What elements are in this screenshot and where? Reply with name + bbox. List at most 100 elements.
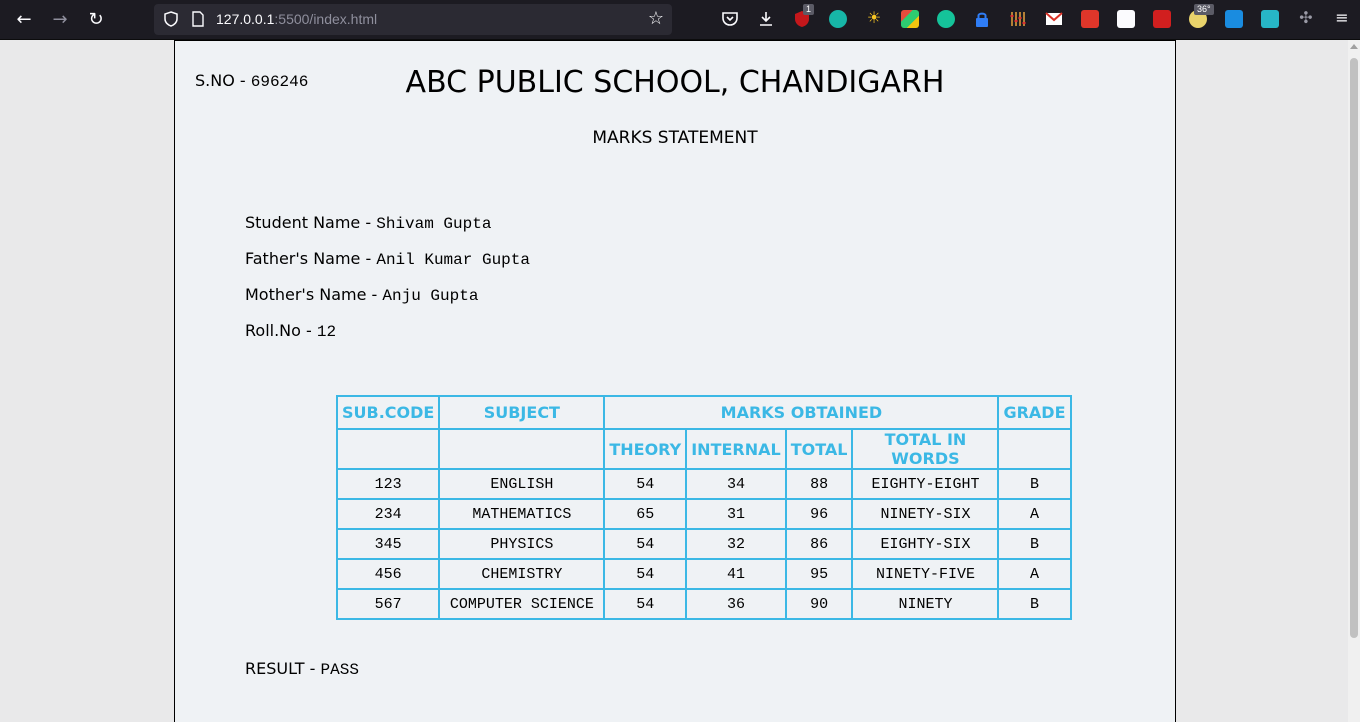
mother-name-value: Anju Gupta	[382, 287, 479, 305]
menu-hamburger-icon[interactable]: ≡	[1332, 8, 1352, 27]
cell-sub-code: 234	[335, 498, 441, 530]
scrollbar-thumb[interactable]	[1350, 58, 1358, 638]
cell-total-words: EIGHTY-EIGHT	[851, 468, 1000, 500]
subheader-empty-subject	[438, 428, 606, 470]
pen-tool-icon[interactable]	[1153, 10, 1171, 28]
cell-subject: COMPUTER SCIENCE	[438, 588, 606, 620]
forward-arrow-icon[interactable]: →	[48, 8, 72, 32]
cell-total: 96	[784, 498, 854, 530]
extensions-puzzle-icon[interactable]: ✣	[1296, 8, 1316, 27]
cell-grade: A	[997, 498, 1072, 530]
browser-toolbar: ← → ↻ 127.0.0.1:5500/index.html ☆ 1 ☀ 36…	[0, 0, 1360, 40]
header-total: TOTAL	[784, 428, 854, 470]
table-header-row: SUB.CODE SUBJECT MARKS OBTAINED GRADE	[335, 395, 1072, 430]
table-row: 567 COMPUTER SCIENCE 54 36 90 NINETY B	[335, 588, 1072, 620]
mother-name-row: Mother's Name - Anju Gupta	[245, 285, 478, 305]
cell-theory: 65	[603, 498, 688, 530]
back-arrow-icon[interactable]: ←	[12, 8, 36, 32]
lock-icon[interactable]	[973, 10, 991, 28]
equalizer-icon[interactable]	[1009, 10, 1027, 28]
cell-total: 95	[784, 558, 854, 590]
roll-label: Roll.No -	[245, 321, 317, 340]
subheader-empty-grade	[997, 428, 1072, 470]
table-row: 345 PHYSICS 54 32 86 EIGHTY-SIX B	[335, 528, 1072, 560]
bookmark-star-icon[interactable]: ☆	[648, 8, 664, 29]
sun-icon[interactable]: ☀	[864, 8, 884, 27]
cell-sub-code: 345	[335, 528, 441, 560]
header-total-in-words: TOTAL IN WORDS	[851, 428, 1000, 470]
vertical-scrollbar[interactable]	[1348, 40, 1360, 722]
cell-total-words: NINETY-FIVE	[851, 558, 1000, 590]
father-name-label: Father's Name -	[245, 249, 377, 268]
page-info-icon[interactable]	[190, 11, 206, 27]
header-internal: INTERNAL	[685, 428, 787, 470]
cell-grade: A	[997, 558, 1072, 590]
student-name-label: Student Name -	[245, 213, 377, 232]
cell-total: 86	[784, 528, 854, 560]
cell-sub-code: 456	[335, 558, 441, 590]
shield-icon[interactable]	[162, 10, 180, 28]
father-name-value: Anil Kumar Gupta	[376, 251, 530, 269]
header-theory: THEORY	[603, 428, 688, 470]
subheader-empty-code	[335, 428, 441, 470]
qr-code-icon[interactable]	[1117, 10, 1135, 28]
header-marks-obtained: MARKS OBTAINED	[603, 395, 1000, 430]
header-sub-code: SUB.CODE	[335, 395, 441, 430]
save-icon[interactable]	[1261, 10, 1279, 28]
result-row: RESULT - PASS	[245, 659, 359, 679]
cell-theory: 54	[603, 468, 688, 500]
cell-theory: 54	[603, 558, 688, 590]
roll-value: 12	[316, 323, 337, 341]
marks-statement-sheet: S.NO - 696246 ABC PUBLIC SCHOOL, CHANDIG…	[174, 40, 1176, 722]
cell-theory: 54	[603, 588, 688, 620]
cell-internal: 34	[685, 468, 787, 500]
cell-internal: 41	[685, 558, 787, 590]
school-name: ABC PUBLIC SCHOOL, CHANDIGARH	[405, 65, 945, 100]
table-row: 123 ENGLISH 54 34 88 EIGHTY-EIGHT B	[335, 468, 1072, 500]
cell-total: 88	[784, 468, 854, 500]
father-name-row: Father's Name - Anil Kumar Gupta	[245, 249, 530, 269]
mother-name-label: Mother's Name -	[245, 285, 383, 304]
roll-number-row: Roll.No - 12	[245, 321, 336, 341]
table-subheader-row: THEORY INTERNAL TOTAL TOTAL IN WORDS	[335, 428, 1072, 470]
cell-total-words: NINETY	[851, 588, 1000, 620]
cell-total: 90	[784, 588, 854, 620]
download-icon[interactable]	[757, 10, 775, 28]
scroll-up-arrow-icon[interactable]	[1350, 44, 1358, 49]
reload-icon[interactable]: ↻	[84, 8, 108, 32]
cell-sub-code: 123	[335, 468, 441, 500]
cell-grade: B	[997, 468, 1072, 500]
cell-grade: B	[997, 528, 1072, 560]
result-label: RESULT -	[245, 659, 321, 678]
grammarly-icon[interactable]	[937, 10, 955, 28]
cell-sub-code: 567	[335, 588, 441, 620]
cell-internal: 32	[685, 528, 787, 560]
statement-title: MARKS STATEMENT	[592, 128, 758, 148]
cell-internal: 36	[685, 588, 787, 620]
student-name-row: Student Name - Shivam Gupta	[245, 213, 491, 233]
cell-total-words: NINETY-SIX	[851, 498, 1000, 530]
mendeley-icon[interactable]	[829, 10, 847, 28]
header-subject: SUBJECT	[438, 395, 606, 430]
weather-badge: 36°	[1194, 4, 1214, 15]
result-value: PASS	[320, 661, 359, 679]
url-host: 127.0.0.1	[216, 11, 275, 27]
address-bar[interactable]: 127.0.0.1:5500/index.html ☆	[154, 4, 672, 35]
student-name-value: Shivam Gupta	[376, 215, 492, 233]
gmail-icon[interactable]	[1045, 10, 1063, 28]
cell-subject: PHYSICS	[438, 528, 606, 560]
cell-total-words: EIGHTY-SIX	[851, 528, 1000, 560]
ublock-badge: 1	[803, 4, 815, 15]
cell-subject: ENGLISH	[438, 468, 606, 500]
url-path: :5500/index.html	[274, 11, 378, 27]
more-dots-icon[interactable]	[1081, 10, 1099, 28]
url-text[interactable]: 127.0.0.1:5500/index.html	[216, 11, 377, 27]
pocket-icon[interactable]	[721, 10, 739, 28]
cell-theory: 54	[603, 528, 688, 560]
cell-subject: CHEMISTRY	[438, 558, 606, 590]
header-grade: GRADE	[997, 395, 1072, 430]
cell-grade: B	[997, 588, 1072, 620]
skype-icon[interactable]	[1225, 10, 1243, 28]
color-picker-icon[interactable]	[901, 10, 919, 28]
table-row: 456 CHEMISTRY 54 41 95 NINETY-FIVE A	[335, 558, 1072, 590]
